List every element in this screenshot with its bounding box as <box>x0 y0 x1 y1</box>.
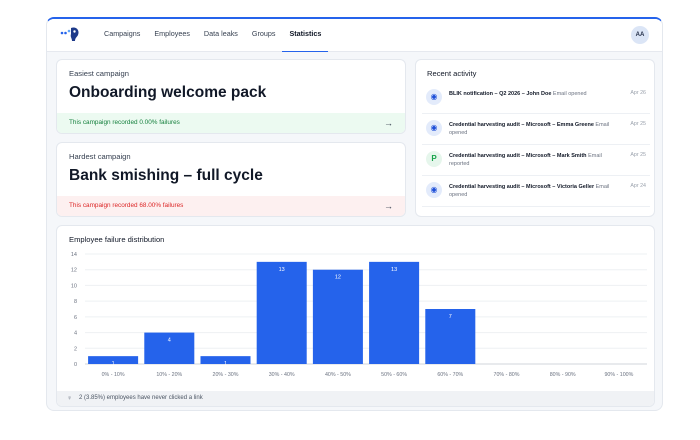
chart-footer: ♀ 2 (3.85%) employees have never clicked… <box>57 391 654 406</box>
top-nav-bar: Campaigns Employees Data leaks Groups St… <box>47 19 662 52</box>
activity-item[interactable]: ◉ Credential harvesting audit – Microsof… <box>422 117 650 145</box>
activity-title: Credential harvesting audit – Microsoft … <box>449 122 594 128</box>
activity-date: Apr 25 <box>630 152 646 158</box>
easiest-campaign-failures: This campaign recorded 0.00% failures <box>69 119 180 126</box>
x-tick-label: 60% - 70% <box>437 372 463 378</box>
recent-activity-card: Recent activity ◉ BLIK notification – Q2… <box>415 59 655 217</box>
activity-date: Apr 25 <box>630 121 646 127</box>
main-nav: Campaigns Employees Data leaks Groups St… <box>97 19 329 52</box>
easiest-campaign-label: Easiest campaign <box>69 69 129 78</box>
y-tick-label: 4 <box>74 331 77 337</box>
arrow-right-icon[interactable]: → <box>384 113 393 133</box>
x-tick-label: 40% - 50% <box>325 372 351 378</box>
bar <box>369 261 420 364</box>
never-clicked-note: 2 (3.85%) employees have never clicked a… <box>79 395 203 401</box>
x-tick-label: 0% - 10% <box>102 372 125 378</box>
x-tick-label: 30% - 40% <box>269 372 295 378</box>
hardest-campaign-card: Hardest campaign Bank smishing – full cy… <box>56 142 406 217</box>
y-tick-label: 0 <box>74 362 77 368</box>
arrow-right-icon[interactable]: → <box>384 196 393 216</box>
y-tick-label: 12 <box>71 268 77 274</box>
easiest-campaign-footer[interactable]: This campaign recorded 0.00% failures → <box>57 113 405 133</box>
recent-activity-title: Recent activity <box>427 69 477 78</box>
bar-value-label: 13 <box>391 267 397 273</box>
eye-icon: ◉ <box>426 89 442 105</box>
activity-date: Apr 24 <box>630 183 646 189</box>
failure-distribution-card: Employee failure distribution 0 2 4 6 8 10 12 1… <box>56 225 655 407</box>
hardest-campaign-title: Bank smishing – full cycle <box>69 167 263 184</box>
x-tick-label: 80% - 90% <box>550 372 576 378</box>
nav-employees[interactable]: Employees <box>147 19 197 52</box>
bar <box>256 261 307 364</box>
bar-value-label: 12 <box>335 275 341 281</box>
activity-action: Email opened <box>552 91 587 97</box>
easiest-campaign-card: Easiest campaign Onboarding welcome pack… <box>56 59 406 134</box>
x-tick-label: 10% - 20% <box>156 372 182 378</box>
bar-value-label: 1 <box>224 361 227 367</box>
y-tick-label: 10 <box>71 283 77 289</box>
hardest-campaign-label: Hardest campaign <box>69 152 131 161</box>
hardest-campaign-footer[interactable]: This campaign recorded 68.00% failures → <box>57 196 405 216</box>
activity-item[interactable]: ◉ Credential harvesting audit – Microsof… <box>422 179 650 207</box>
y-tick-label: 14 <box>71 252 77 258</box>
nav-groups[interactable]: Groups <box>245 19 283 52</box>
nav-statistics[interactable]: Statistics <box>282 19 329 52</box>
hardest-campaign-failures: This campaign recorded 68.00% failures <box>69 202 184 209</box>
eye-icon: ◉ <box>426 182 442 198</box>
bar-value-label: 4 <box>168 338 171 344</box>
app-window: Campaigns Employees Data leaks Groups St… <box>46 17 663 411</box>
chart-title: Employee failure distribution <box>69 235 165 244</box>
bar-value-label: 7 <box>449 314 452 320</box>
y-tick-label: 2 <box>74 346 77 352</box>
activity-title: Credential harvesting audit – Microsoft … <box>449 153 587 159</box>
y-tick-label: 8 <box>74 299 77 305</box>
activity-item[interactable]: ◉ BLIK notification – Q2 2026 – John Doe… <box>422 86 650 114</box>
x-tick-label: 20% - 30% <box>213 372 239 378</box>
bar-value-label: 1 <box>112 361 115 367</box>
y-tick-label: 6 <box>74 315 77 321</box>
x-tick-label: 70% - 80% <box>494 372 520 378</box>
bar-value-label: 13 <box>279 267 285 273</box>
logo-icon[interactable] <box>59 25 81 43</box>
failure-distribution-chart: 0 2 4 6 8 10 12 14 1 0% - 10% 4 10% - 20% 1 20% - 30%… <box>71 252 647 378</box>
activity-date: Apr 26 <box>630 90 646 96</box>
easiest-campaign-title: Onboarding welcome pack <box>69 84 267 101</box>
nav-data-leaks[interactable]: Data leaks <box>197 19 245 52</box>
x-tick-label: 50% - 60% <box>381 372 407 378</box>
activity-title: Credential harvesting audit – Microsoft … <box>449 184 595 190</box>
nav-campaigns[interactable]: Campaigns <box>97 19 147 52</box>
bar <box>312 269 363 364</box>
reported-icon: P <box>426 151 442 167</box>
lightbulb-icon: ♀ <box>67 395 73 402</box>
activity-item[interactable]: P Credential harvesting audit – Microsof… <box>422 148 650 176</box>
eye-icon: ◉ <box>426 120 442 136</box>
user-avatar[interactable]: AA <box>631 26 649 44</box>
x-tick-label: 90% - 100% <box>604 372 633 378</box>
activity-title: BLIK notification – Q2 2026 – John Doe <box>449 91 552 97</box>
